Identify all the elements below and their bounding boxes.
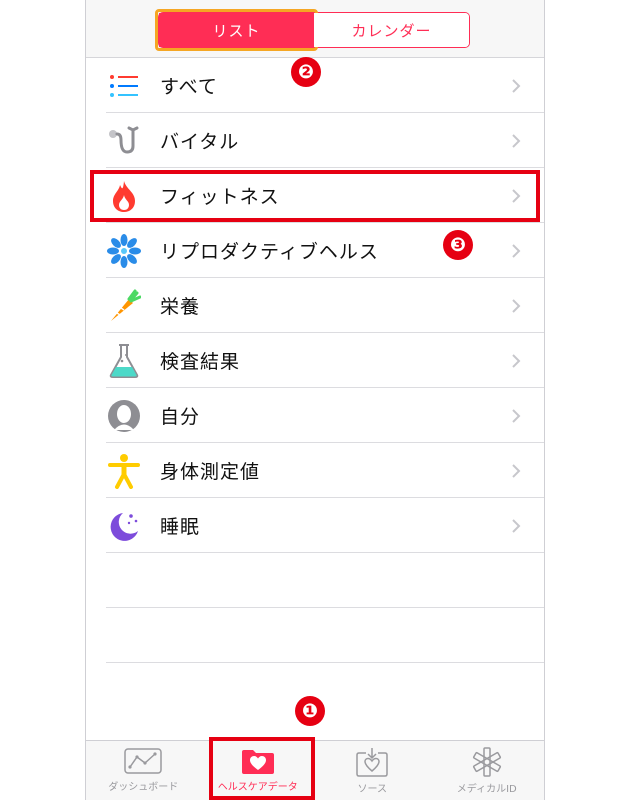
- tab-label: ヘルスケアデータ: [217, 782, 298, 793]
- tab-label: ソース: [357, 784, 388, 795]
- category-label: 栄養: [160, 296, 201, 318]
- tab-label: メディカルID: [456, 784, 517, 795]
- dashboard-chart-icon: [124, 748, 162, 774]
- category-row-vitals[interactable]: バイタル: [86, 113, 544, 168]
- tab-bar: ダッシュボード ヘルスケアデータ ソース メディカルID: [86, 740, 544, 800]
- category-list: すべて バイタル フィットネス リプロダクティブヘルス 栄養 検査結果 自分 身…: [86, 58, 544, 663]
- segment-list-label: リスト: [212, 21, 261, 40]
- flame-icon: [104, 176, 144, 216]
- category-label: 身体測定値: [160, 461, 261, 483]
- category-row-reproductive-health[interactable]: リプロダクティブヘルス: [86, 223, 544, 278]
- category-row-fitness[interactable]: フィットネス: [86, 168, 544, 223]
- category-row-me[interactable]: 自分: [86, 388, 544, 443]
- chevron-right-icon: [506, 518, 526, 534]
- chevron-right-icon: [506, 243, 526, 259]
- step-2-badge: ❷: [291, 57, 321, 87]
- category-label: 睡眠: [160, 516, 201, 538]
- category-label: すべて: [160, 76, 218, 98]
- medical-asterisk-icon: [472, 747, 501, 777]
- tab-label: ダッシュボード: [108, 782, 179, 793]
- step-3-badge: ❸: [443, 230, 473, 260]
- chevron-right-icon: [506, 78, 526, 94]
- segment-list[interactable]: リスト: [155, 9, 318, 51]
- moon-stars-icon: [104, 506, 144, 546]
- person-silhouette-icon: [104, 396, 144, 436]
- tab-sources[interactable]: ソース: [315, 741, 430, 800]
- carrot-icon: [104, 286, 144, 326]
- chevron-right-icon: [506, 353, 526, 369]
- step-1-badge: ❶: [295, 696, 325, 726]
- category-row-sleep[interactable]: 睡眠: [86, 498, 544, 553]
- category-label: バイタル: [160, 131, 240, 153]
- tab-medical-id[interactable]: メディカルID: [430, 741, 545, 800]
- category-label: 検査結果: [160, 351, 241, 373]
- category-label: 自分: [160, 406, 201, 428]
- empty-row: [86, 608, 544, 663]
- category-row-body-measurements[interactable]: 身体測定値: [86, 443, 544, 498]
- nav-bar: リスト カレンダー: [86, 0, 544, 58]
- chevron-right-icon: [506, 408, 526, 424]
- segment-calendar[interactable]: カレンダー: [314, 13, 469, 47]
- flask-icon: [104, 341, 144, 381]
- chevron-right-icon: [506, 463, 526, 479]
- segment-calendar-label: カレンダー: [351, 21, 432, 40]
- chevron-right-icon: [506, 133, 526, 149]
- list-icon: [104, 66, 144, 106]
- category-row-lab-results[interactable]: 検査結果: [86, 333, 544, 388]
- view-segmented-control: リスト カレンダー: [155, 9, 470, 51]
- body-figure-icon: [104, 451, 144, 491]
- chevron-right-icon: [506, 188, 526, 204]
- phone-screen: リスト カレンダー すべて バイタル フィットネス リプロダクティブヘルス 栄養…: [85, 0, 545, 800]
- snowflake-flower-icon: [104, 231, 144, 271]
- chevron-right-icon: [506, 298, 526, 314]
- tab-dashboard[interactable]: ダッシュボード: [86, 741, 201, 800]
- empty-row: [86, 553, 544, 608]
- category-label: フィットネス: [160, 186, 280, 208]
- category-row-nutrition[interactable]: 栄養: [86, 278, 544, 333]
- health-folder-icon: [241, 750, 274, 774]
- download-heart-icon: [356, 748, 388, 777]
- tab-health-data[interactable]: ヘルスケアデータ: [201, 741, 316, 800]
- stethoscope-icon: [104, 121, 144, 161]
